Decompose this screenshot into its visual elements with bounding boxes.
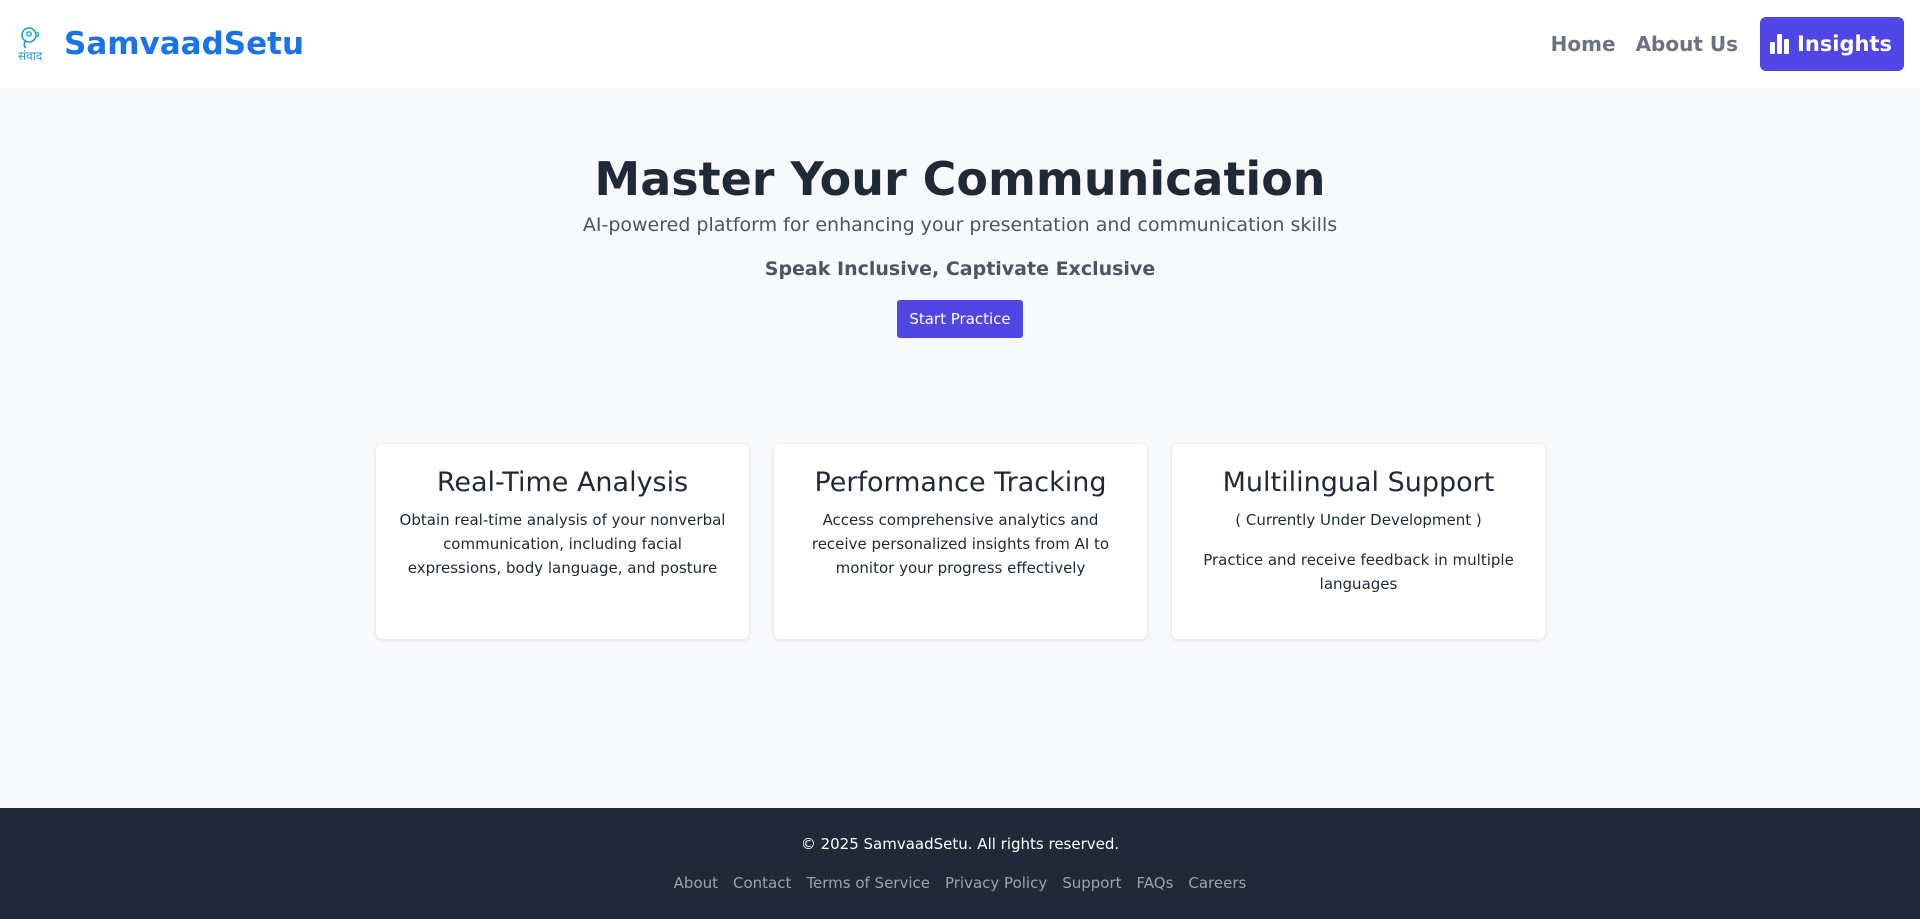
nav-home-link[interactable]: Home [1541, 32, 1626, 56]
footer-link-terms[interactable]: Terms of Service [806, 874, 930, 892]
insights-button[interactable]: Insights [1760, 17, 1904, 71]
feature-card-text: Obtain real-time analysis of your nonver… [399, 511, 726, 577]
footer-link-contact[interactable]: Contact [733, 874, 791, 892]
footer-links: About Contact Terms of Service Privacy P… [0, 874, 1920, 892]
feature-card-text: Practice and receive feedback in multipl… [1203, 551, 1514, 593]
hero-tagline: Speak Inclusive, Captivate Exclusive [764, 258, 1156, 280]
copyright-text: © 2025 SamvaadSetu. All rights reserved. [800, 835, 1120, 853]
footer-link-support[interactable]: Support [1062, 874, 1121, 892]
footer-link-about[interactable]: About [674, 874, 718, 892]
hero-title: Master Your Communication [594, 152, 1326, 206]
feature-card-text: Access comprehensive analytics and recei… [811, 511, 1110, 577]
footer-link-privacy[interactable]: Privacy Policy [945, 874, 1047, 892]
insights-button-label: Insights [1797, 32, 1892, 56]
feature-card-title: Performance Tracking [814, 467, 1107, 498]
feature-card-title: Real-Time Analysis [436, 467, 689, 498]
bar-chart-icon [1770, 34, 1790, 54]
feature-card-performance-tracking: Performance Tracking Access comprehensiv… [774, 444, 1147, 639]
footer-link-faqs[interactable]: FAQs [1137, 874, 1174, 892]
samvaad-logo-icon: संवाद [16, 24, 56, 64]
start-practice-button[interactable]: Start Practice [897, 300, 1023, 338]
hero-subtitle: AI-powered platform for enhancing your p… [582, 214, 1338, 236]
brand-name: SamvaadSetu [64, 26, 305, 62]
feature-card-real-time-analysis: Real-Time Analysis Obtain real-time anal… [376, 444, 749, 639]
hero-section: Master Your Communication AI-powered pla… [0, 88, 1920, 338]
features-section: Real-Time Analysis Obtain real-time anal… [376, 444, 1545, 639]
logo-lettering: संवाद [18, 49, 43, 63]
brand-link[interactable]: संवाद SamvaadSetu [16, 24, 304, 64]
nav-about-link[interactable]: About Us [1626, 32, 1748, 56]
site-footer: © 2025 SamvaadSetu. All rights reserved.… [0, 808, 1920, 919]
site-header: संवाद SamvaadSetu Home About Us Insights [0, 0, 1920, 88]
main-nav: Home About Us Insights [1541, 17, 1904, 71]
feature-card-note: ( Currently Under Development ) [1235, 511, 1482, 529]
footer-link-careers[interactable]: Careers [1188, 874, 1246, 892]
feature-card-multilingual-support: Multilingual Support ( Currently Under D… [1172, 444, 1545, 639]
feature-card-title: Multilingual Support [1222, 467, 1495, 498]
